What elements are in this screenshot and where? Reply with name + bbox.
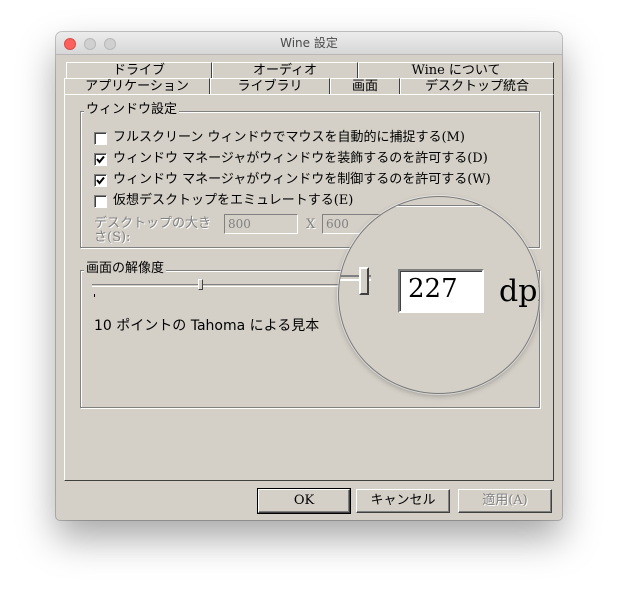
tab-audio[interactable]: オーディオ	[212, 62, 358, 79]
apply-button[interactable]: 適用(A)	[458, 489, 552, 513]
tab-drive[interactable]: ドライブ	[66, 62, 212, 79]
virtual-desktop-label: 仮想デスクトップをエミュレートする(E)	[113, 193, 354, 208]
capture-mouse-label: フルスクリーン ウィンドウでマウスを自動的に捕捉する(M)	[113, 130, 465, 145]
window-settings-legend: ウィンドウ設定	[84, 102, 180, 117]
ok-button[interactable]: OK	[257, 488, 351, 514]
tab-about-wine[interactable]: Wine について	[358, 62, 554, 79]
tab-graphics[interactable]: 画面	[330, 78, 400, 95]
dpi-slider-tick	[94, 294, 95, 297]
tab-audio-label: オーディオ	[252, 63, 318, 78]
allow-decorate-label: ウィンドウ マネージャがウィンドウを装飾するのを許可する(D)	[113, 151, 488, 166]
tab-applications[interactable]: アプリケーション	[64, 78, 210, 95]
tab-desktop-integration-label: デスクトップ統合	[424, 79, 529, 94]
dpi-unit-label: dpi	[499, 274, 539, 309]
check-icon	[96, 155, 105, 164]
dpi-slider-track[interactable]	[92, 284, 368, 287]
allow-decorate-checkbox[interactable]	[94, 153, 107, 166]
check-icon	[96, 176, 105, 185]
allow-control-label: ウィンドウ マネージャがウィンドウを制御するのを許可する(W)	[113, 172, 491, 187]
dpi-input[interactable]: 227	[398, 269, 484, 313]
desktop-size-separator: X	[306, 217, 316, 232]
cancel-button[interactable]: キャンセル	[356, 489, 450, 513]
window-title: Wine 設定	[280, 36, 338, 50]
tab-applications-label: アプリケーション	[85, 79, 189, 94]
tab-about-wine-label: Wine について	[411, 63, 501, 78]
resolution-legend: 画面の解像度	[84, 261, 167, 276]
tab-drive-label: ドライブ	[112, 63, 165, 78]
virtual-desktop-checkbox[interactable]	[94, 195, 107, 208]
tab-desktop-integration[interactable]: デスクトップ統合	[400, 78, 554, 95]
capture-mouse-checkbox[interactable]	[94, 132, 107, 145]
desktop-width-input[interactable]: 800	[224, 214, 298, 234]
allow-control-checkbox[interactable]	[94, 174, 107, 187]
tab-libraries[interactable]: ライブラリ	[210, 78, 330, 95]
desktop-size-label: デスクトップの大きさ(S):	[94, 216, 212, 245]
magnified-slider-thumb	[359, 267, 369, 295]
magnified-group-border	[339, 205, 539, 207]
dpi-slider-thumb[interactable]	[198, 279, 203, 290]
tab-libraries-label: ライブラリ	[237, 79, 303, 94]
title-bar[interactable]: Wine 設定	[56, 32, 562, 55]
magnified-content: 227 dpi	[339, 197, 539, 393]
font-sample-text: 10 ポイントの Tahoma による見本	[94, 318, 320, 334]
tab-graphics-label: 画面	[351, 79, 378, 94]
magnifier-lens: 227 dpi	[338, 196, 540, 394]
